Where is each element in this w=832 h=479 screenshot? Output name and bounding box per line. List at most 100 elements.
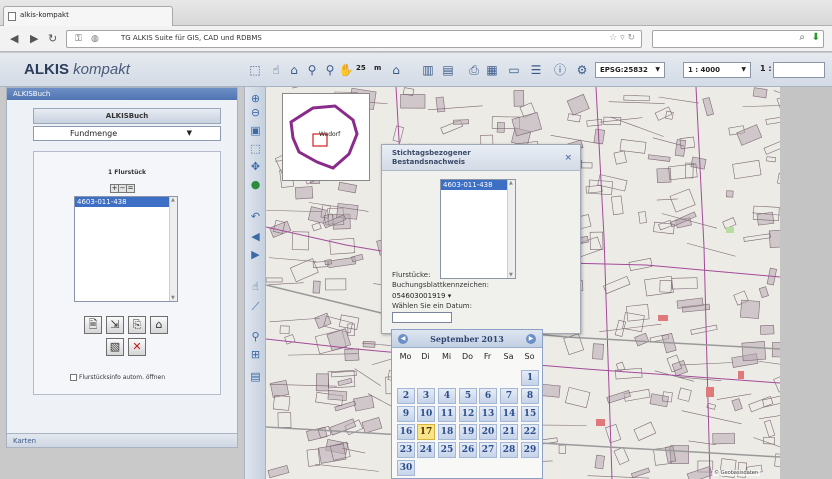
next-month-icon[interactable]: ▶ [526, 334, 536, 344]
overview-map[interactable]: Wadorf [282, 93, 370, 181]
calendar-day[interactable]: 8 [521, 388, 539, 404]
calendar-day[interactable]: 13 [479, 406, 497, 422]
checkbox-icon[interactable] [70, 374, 77, 381]
calendar-day[interactable]: 18 [438, 424, 456, 440]
info-tool-icon[interactable]: ⌂ [286, 62, 302, 78]
measure-line-icon[interactable]: ⟋ [248, 299, 263, 314]
list-mini-buttons: + − = [110, 183, 135, 193]
monitor-icon[interactable]: ▭ [506, 62, 522, 78]
full-extent-icon[interactable]: ▣ [248, 123, 263, 138]
buchung-select[interactable]: 054603001919 ▾ [392, 292, 451, 300]
forward-icon[interactable]: ▶ [30, 32, 38, 45]
map-select-icon[interactable]: ▧ [106, 338, 124, 356]
identify-icon[interactable]: ☝ [248, 279, 263, 294]
fundmenge-select[interactable]: Fundmenge ▼ [33, 126, 221, 141]
calendar-day[interactable]: 17 [417, 424, 435, 440]
calendar-day[interactable]: 2 [397, 388, 415, 404]
calendar-day[interactable]: 28 [500, 442, 518, 458]
dialog-parcel-list[interactable]: 4603-011-438 [440, 179, 516, 279]
home-icon[interactable]: ⌂ [388, 62, 404, 78]
layer-icon[interactable]: ▤ [248, 369, 263, 384]
date-input[interactable] [392, 312, 452, 323]
list-icon[interactable]: ☰ [528, 62, 544, 78]
list-item[interactable]: 4603-011-438 [75, 197, 177, 207]
calendar-day[interactable]: 7 [500, 388, 518, 404]
pan-arrows-icon[interactable]: ✥ [248, 159, 263, 174]
custom-scale-input[interactable] [773, 62, 825, 78]
building-icon[interactable]: ⌂ [150, 316, 168, 334]
calendar-day[interactable]: 30 [397, 460, 415, 476]
delete-icon[interactable]: ✕ [128, 338, 146, 356]
print-icon[interactable]: ⎙ [466, 62, 482, 78]
zoom-in-icon[interactable]: ⊕ [248, 91, 263, 106]
measure-tool-icon[interactable]: ⚲ [304, 62, 320, 78]
parcel-list[interactable]: 4603-011-438 [74, 196, 178, 302]
calendar-day[interactable]: 5 [459, 388, 477, 404]
panel-title[interactable]: ALKISBuch [7, 88, 237, 100]
next-view-icon[interactable]: ▶ [248, 247, 263, 262]
auto-open-checkbox[interactable]: Flurstücksinfo autom. öffnen [70, 374, 165, 381]
zoom-distance-input[interactable]: 25 [356, 64, 366, 72]
calendar-day[interactable]: 24 [417, 442, 435, 458]
history-icon[interactable]: ↻ [48, 32, 57, 45]
epsg-select[interactable]: EPSG:25832 ▼ [595, 62, 665, 78]
weekday-label: Do [461, 352, 474, 361]
scale-select[interactable]: 1 : 4000 ▼ [683, 62, 751, 78]
undo-icon[interactable]: ↶ [248, 209, 263, 224]
browser-tab[interactable]: alkis-kompakt [3, 6, 173, 27]
bookmark-star-icon[interactable]: ☆ ▿ ↻ [609, 33, 635, 43]
dialog-title[interactable]: Stichtagsbezogener Bestandsnachweis [382, 145, 580, 171]
calendar-day[interactable]: 16 [397, 424, 415, 440]
search-map-icon[interactable]: ⚲ [248, 329, 263, 344]
document-icon[interactable]: ▦ [484, 62, 500, 78]
pointer-tool-icon[interactable]: ☝ [268, 62, 284, 78]
back-icon[interactable]: ◀ [10, 32, 18, 45]
scrollbar[interactable] [169, 197, 177, 301]
calendar-day[interactable]: 26 [459, 442, 477, 458]
search-icon[interactable]: ⌕ [799, 32, 805, 43]
book-icon[interactable]: ▥ [420, 62, 436, 78]
calendar-day[interactable]: 14 [500, 406, 518, 422]
select-tool-icon[interactable]: ⬚ [247, 62, 263, 78]
layers-icon[interactable]: ▤ [440, 62, 456, 78]
info-icon[interactable]: ⓘ [552, 62, 568, 78]
calendar-day[interactable]: 23 [397, 442, 415, 458]
close-icon[interactable]: × [564, 153, 572, 163]
calendar-day[interactable]: 21 [500, 424, 518, 440]
karten-section[interactable]: Karten [7, 433, 237, 447]
calendar-day[interactable]: 3 [417, 388, 435, 404]
export-icon[interactable]: ⇲ [106, 316, 124, 334]
url-bar[interactable]: ⚿ ◍ TG ALKIS Suite für GIS, CAD und RDBM… [66, 30, 642, 48]
calendar-day[interactable]: 11 [438, 406, 456, 422]
calendar-day[interactable]: 22 [521, 424, 539, 440]
calendar-day[interactable]: 27 [479, 442, 497, 458]
pan-tool-icon[interactable]: ✋ [338, 62, 354, 78]
clear-icon[interactable]: = [126, 184, 135, 193]
calendar-day[interactable]: 19 [459, 424, 477, 440]
calendar-day[interactable]: 29 [521, 442, 539, 458]
calendar-day[interactable]: 20 [479, 424, 497, 440]
dialog-title-line1: Stichtagsbezogener [392, 149, 471, 157]
copy-icon[interactable]: ⎘ [128, 316, 146, 334]
report-icon[interactable]: 🗎 [84, 316, 102, 334]
settings-icon[interactable]: ⚙ [574, 62, 590, 78]
zoom-out-icon[interactable]: ⊖ [248, 105, 263, 120]
calendar-day[interactable]: 25 [438, 442, 456, 458]
browser-search-input[interactable]: ⌕ ⬇ [652, 30, 824, 48]
list-item[interactable]: 4603-011-438 [441, 180, 507, 190]
download-icon[interactable]: ⬇ [812, 32, 820, 43]
calendar-day[interactable]: 6 [479, 388, 497, 404]
globe-icon[interactable]: ● [248, 177, 263, 192]
prev-month-icon[interactable]: ◀ [398, 334, 408, 344]
calendar-day[interactable]: 9 [397, 406, 415, 422]
grid-icon[interactable]: ⊞ [248, 347, 263, 362]
scrollbar[interactable] [507, 180, 515, 278]
previous-view-icon[interactable]: ◀ [248, 229, 263, 244]
calendar-day[interactable]: 1 [521, 370, 539, 386]
zoom-box-icon[interactable]: ⬚ [248, 141, 263, 156]
zoom-area-icon[interactable]: ⚲ [322, 62, 338, 78]
calendar-day[interactable]: 12 [459, 406, 477, 422]
calendar-day[interactable]: 10 [417, 406, 435, 422]
calendar-day[interactable]: 4 [438, 388, 456, 404]
calendar-day[interactable]: 15 [521, 406, 539, 422]
